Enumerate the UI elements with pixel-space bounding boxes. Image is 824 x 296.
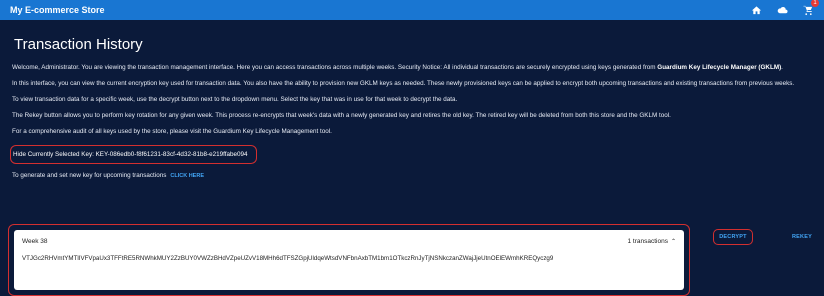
- week-card: Week 38 1 transactions ⌃ VTJGc2RHVmtYMTl…: [14, 230, 684, 290]
- decrypt-button[interactable]: DECRYPT: [719, 234, 746, 240]
- generate-key-text: To generate and set new key for upcoming…: [12, 172, 812, 179]
- app-bar: My E-commerce Store 1: [0, 0, 824, 20]
- selected-key-toggle[interactable]: Hide Currently Selected Key: KEY-086edb0…: [10, 145, 257, 164]
- cart-badge: 1: [811, 0, 819, 7]
- week-ciphertext: VTJGc2RHVmtYMTlIVFVpaUx3TFFtRE5RNWhkMUY2…: [22, 255, 554, 262]
- intro-text: Welcome, Administrator. You are viewing …: [12, 64, 658, 71]
- intro-bold: Guardium Key Lifecycle Manager (GKLM): [657, 64, 782, 71]
- app-title: My E-commerce Store: [10, 5, 105, 15]
- paragraph-4: The Rekey button allows you to perform k…: [12, 112, 671, 119]
- generate-key-label: To generate and set new key for upcoming…: [12, 172, 167, 179]
- home-icon[interactable]: [750, 4, 762, 16]
- week-title: Week 38: [22, 238, 48, 245]
- app-bar-icons: 1: [750, 0, 819, 16]
- main-content: Transaction History Welcome, Administrat…: [0, 20, 824, 179]
- week-dropdown-header[interactable]: Week 38 1 transactions ⌃: [22, 238, 676, 245]
- intro-end: .: [781, 64, 783, 71]
- rekey-button[interactable]: REKEY: [792, 234, 812, 240]
- week-count-text: 1 transactions: [627, 238, 668, 245]
- cart-icon[interactable]: 1: [802, 0, 819, 16]
- week-transaction-count: 1 transactions ⌃: [628, 238, 677, 245]
- cloud-icon[interactable]: [776, 4, 788, 16]
- paragraph-2: In this interface, you can view the curr…: [12, 80, 795, 87]
- decrypt-button-frame: DECRYPT: [713, 229, 753, 245]
- page-title: Transaction History: [14, 36, 143, 53]
- click-here-link[interactable]: CLICK HERE: [170, 173, 204, 179]
- intro-paragraph: Welcome, Administrator. You are viewing …: [12, 63, 812, 72]
- paragraph-3: To view transaction data for a specific …: [12, 96, 458, 103]
- paragraph-5: For a comprehensive audit of all keys us…: [12, 128, 332, 135]
- week-panel: Week 38 1 transactions ⌃ VTJGc2RHVmtYMTl…: [8, 224, 690, 296]
- chevron-up-icon[interactable]: ⌃: [671, 238, 676, 245]
